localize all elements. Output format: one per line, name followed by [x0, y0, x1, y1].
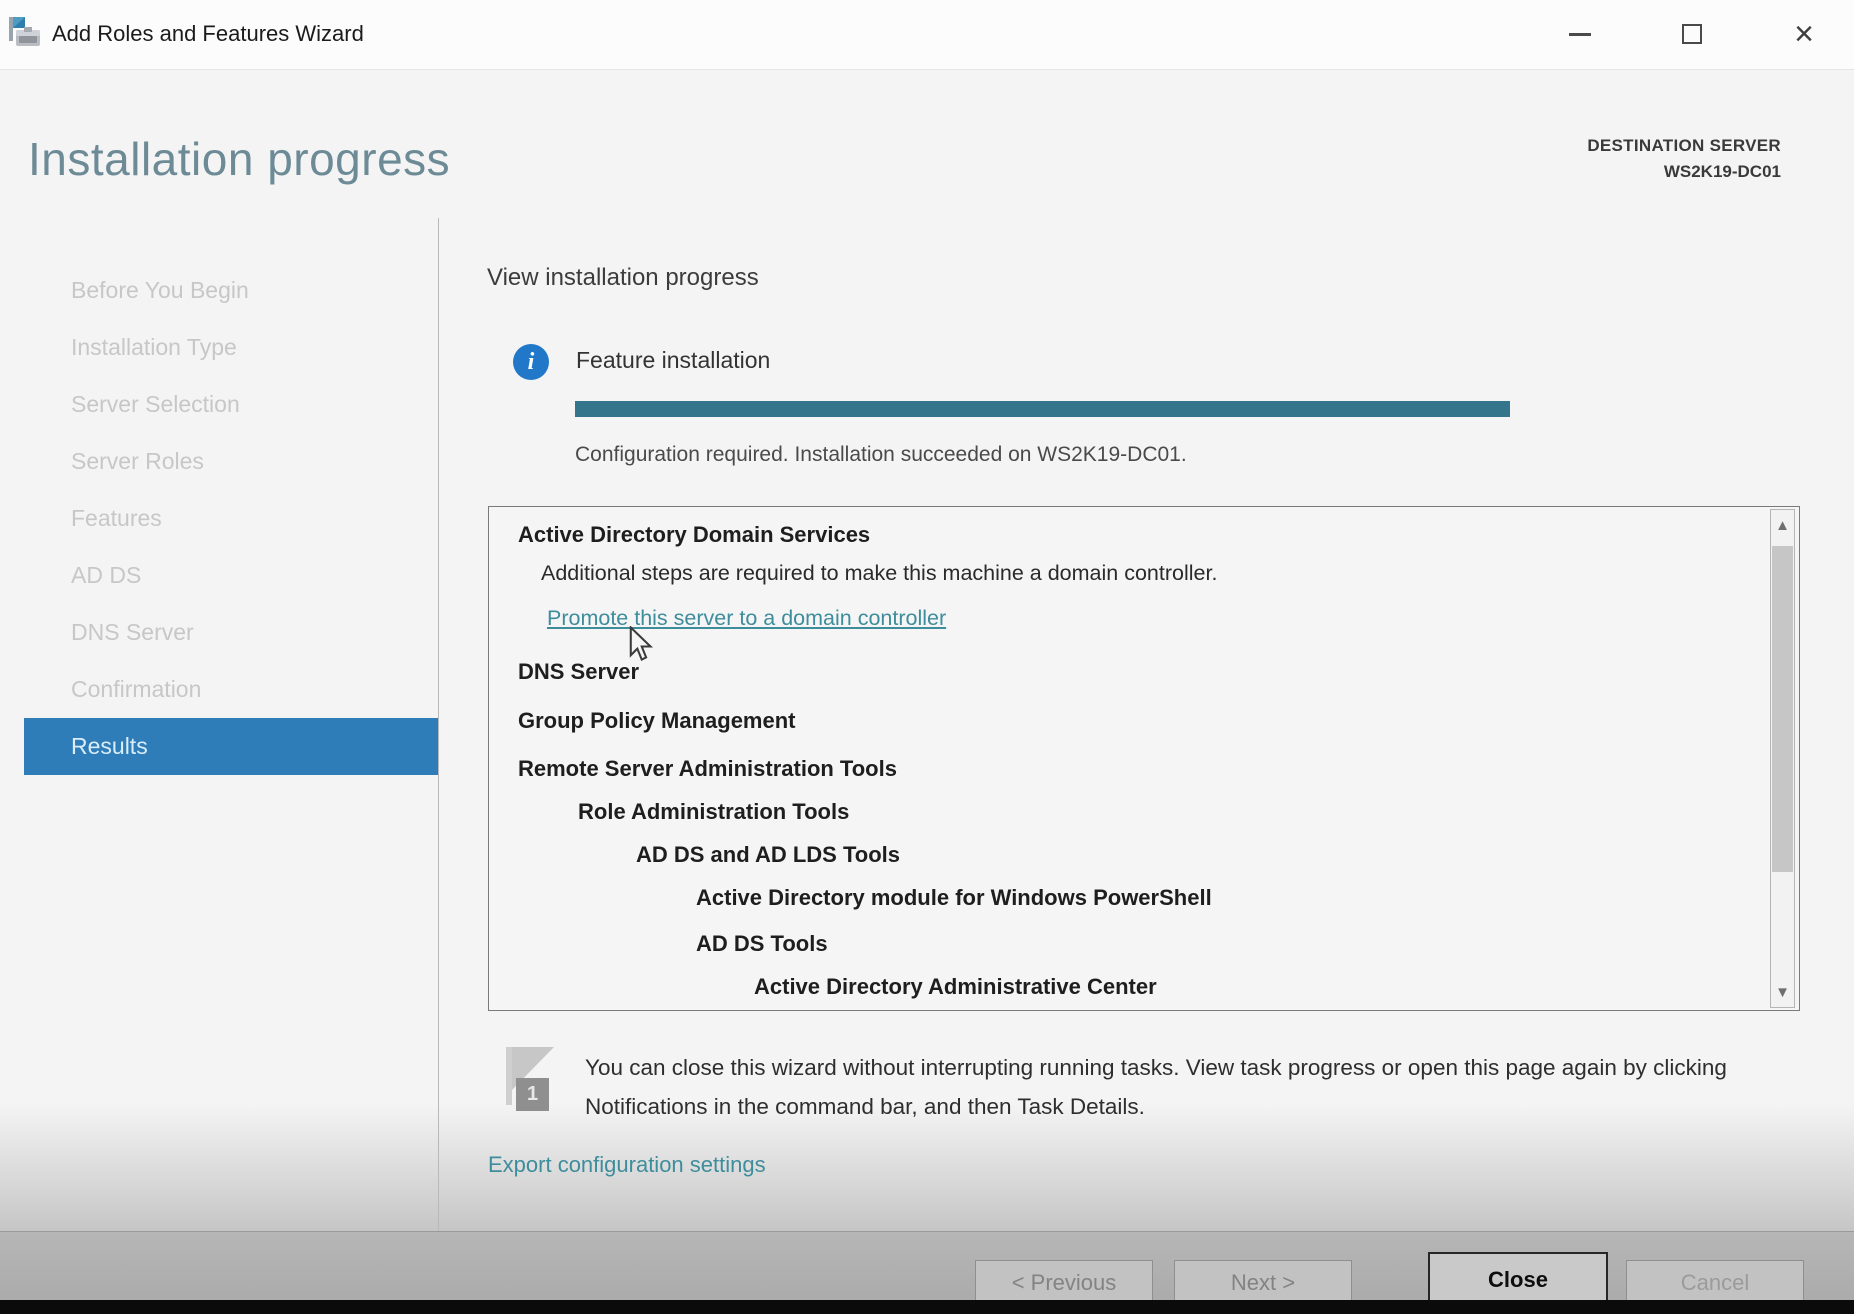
sidebar-item-server-roles: Server Roles	[24, 433, 439, 490]
page-title: Installation progress	[28, 132, 450, 186]
progress-bar-fill	[575, 401, 1510, 417]
minimize-button[interactable]	[1548, 8, 1612, 60]
list-item: Active Directory Domain Services	[518, 523, 870, 547]
maximize-button[interactable]	[1660, 8, 1724, 60]
sidebar-item-confirmation: Confirmation	[24, 661, 439, 718]
scroll-up-icon[interactable]: ▲	[1771, 510, 1794, 540]
destination-server-name: WS2K19-DC01	[1587, 162, 1781, 182]
installation-progress-bar	[575, 401, 1510, 417]
vertical-scrollbar[interactable]: ▲ ▼	[1770, 509, 1795, 1008]
list-item-note: Additional steps are required to make th…	[541, 561, 1217, 585]
maximize-icon	[1682, 24, 1702, 44]
sidebar-content-divider	[438, 218, 439, 1231]
scroll-down-icon[interactable]: ▼	[1771, 977, 1794, 1007]
close-window-button[interactable]: ×	[1772, 8, 1836, 60]
list-item: Active Directory module for Windows Powe…	[696, 886, 1212, 910]
destination-server-block: DESTINATION SERVER WS2K19-DC01	[1587, 136, 1781, 182]
promote-server-link[interactable]: Promote this server to a domain controll…	[547, 606, 946, 630]
list-item: Group Policy Management	[518, 709, 796, 733]
list-item: AD DS Tools	[696, 932, 828, 956]
task-count-badge: 1	[516, 1078, 549, 1111]
sidebar-item-before-you-begin: Before You Begin	[24, 262, 439, 319]
minimize-icon	[1569, 33, 1591, 36]
window-title: Add Roles and Features Wizard	[52, 21, 364, 47]
installed-features-list: Active Directory Domain Services Additio…	[488, 506, 1800, 1011]
info-icon: i	[513, 344, 549, 380]
destination-server-label: DESTINATION SERVER	[1587, 136, 1781, 156]
title-bar: Add Roles and Features Wizard ×	[0, 0, 1854, 70]
feature-installation-label: Feature installation	[576, 347, 770, 374]
list-item: DNS Server	[518, 660, 639, 684]
video-letterbox-bar	[0, 1300, 1854, 1314]
wizard-note-text: You can close this wizard without interr…	[585, 1048, 1770, 1126]
sidebar-item-features: Features	[24, 490, 439, 547]
scrollbar-thumb[interactable]	[1772, 546, 1793, 872]
wizard-steps-sidebar: Before You Begin Installation Type Serve…	[24, 262, 439, 775]
list-item: AD DS and AD LDS Tools	[636, 843, 900, 867]
sidebar-item-ad-ds: AD DS	[24, 547, 439, 604]
sidebar-item-server-selection: Server Selection	[24, 376, 439, 433]
mouse-cursor	[626, 626, 656, 664]
list-item: Role Administration Tools	[578, 800, 849, 824]
section-title: View installation progress	[487, 264, 759, 292]
installation-status-text: Configuration required. Installation suc…	[575, 443, 1187, 467]
wizard-app-icon	[8, 16, 42, 50]
sidebar-item-installation-type: Installation Type	[24, 319, 439, 376]
list-item: Active Directory Administrative Center	[754, 975, 1157, 999]
sidebar-item-dns-server: DNS Server	[24, 604, 439, 661]
close-icon: ×	[1794, 17, 1814, 51]
sidebar-item-results[interactable]: Results	[24, 718, 439, 775]
list-item: Remote Server Administration Tools	[518, 757, 897, 781]
export-configuration-link[interactable]: Export configuration settings	[488, 1152, 766, 1178]
